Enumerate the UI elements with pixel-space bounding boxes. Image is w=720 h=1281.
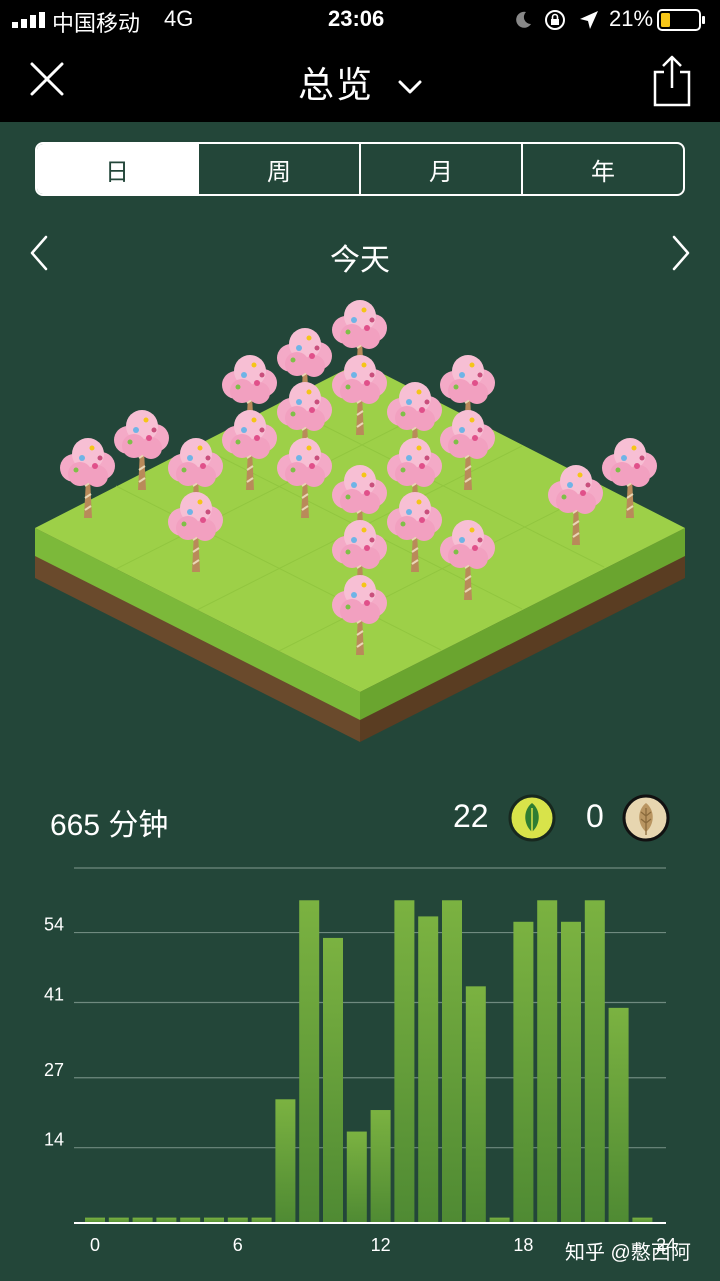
rotation-lock-icon: [545, 10, 565, 30]
summary-stats: 665 分钟 22 0: [0, 790, 720, 850]
chart-bar: [561, 921, 581, 1223]
share-icon[interactable]: [652, 54, 692, 108]
battery-label: 21%: [609, 6, 654, 31]
total-minutes: 665 分钟: [50, 809, 169, 842]
green-leaf-icon: [508, 794, 556, 842]
navigation-bar: 总览: [0, 40, 720, 122]
battery-icon: [657, 9, 705, 31]
clock: 23:06: [328, 6, 385, 31]
chart-bar: [418, 916, 439, 1223]
chart-bar: [394, 900, 415, 1223]
signal-icon: [12, 12, 45, 28]
y-tick-label: 27: [44, 1060, 64, 1080]
watermark: 知乎 @懯西阿: [565, 1242, 691, 1264]
date-navigation: 今天: [0, 225, 720, 285]
segment-day[interactable]: 日: [37, 144, 199, 194]
chart-bar: [608, 1007, 629, 1223]
moon-icon: [516, 11, 531, 28]
chevron-right-icon[interactable]: [670, 235, 692, 271]
chart-bar: [299, 900, 320, 1223]
carrier-label: 中国移动: [52, 11, 141, 36]
y-tick-label: 14: [44, 1130, 64, 1150]
forest-illustration: [35, 300, 685, 742]
x-tick-label: 6: [233, 1235, 243, 1255]
page-title[interactable]: 总览: [298, 64, 374, 105]
segment-year[interactable]: 年: [523, 144, 683, 194]
status-bar: 中国移动 4G 23:06 21%: [0, 0, 720, 40]
healthy-tree-count: 22: [453, 798, 489, 834]
withered-tree-count: 0: [586, 798, 604, 834]
chart-bar: [537, 900, 558, 1223]
chart-bar: [323, 937, 343, 1223]
chart-bar: [442, 900, 462, 1223]
date-label: 今天: [330, 244, 390, 277]
chart-bar: [513, 921, 534, 1223]
x-tick-label: 0: [90, 1235, 100, 1255]
y-tick-label: 54: [44, 915, 64, 935]
chart-bar: [275, 1099, 296, 1223]
period-segmented-control: 日 周 月 年: [35, 142, 685, 196]
x-tick-label: 18: [513, 1235, 533, 1255]
withered-leaf-icon: [622, 794, 670, 842]
location-arrow-icon: [580, 11, 598, 29]
segment-month[interactable]: 月: [361, 144, 523, 194]
segment-week[interactable]: 周: [199, 144, 361, 194]
network-label: 4G: [164, 6, 194, 31]
y-tick-label: 41: [44, 984, 64, 1004]
page-title-wrap[interactable]: 总览: [0, 56, 720, 108]
x-tick-label: 12: [371, 1235, 391, 1255]
chevron-down-icon[interactable]: [398, 80, 422, 94]
chart-bar: [465, 986, 486, 1223]
chart-bar: [584, 900, 605, 1223]
chart-bar: [370, 1110, 391, 1223]
chart-bar: [346, 1131, 367, 1223]
focus-time-chart: 142741540 6 12 18 24: [44, 867, 676, 1255]
